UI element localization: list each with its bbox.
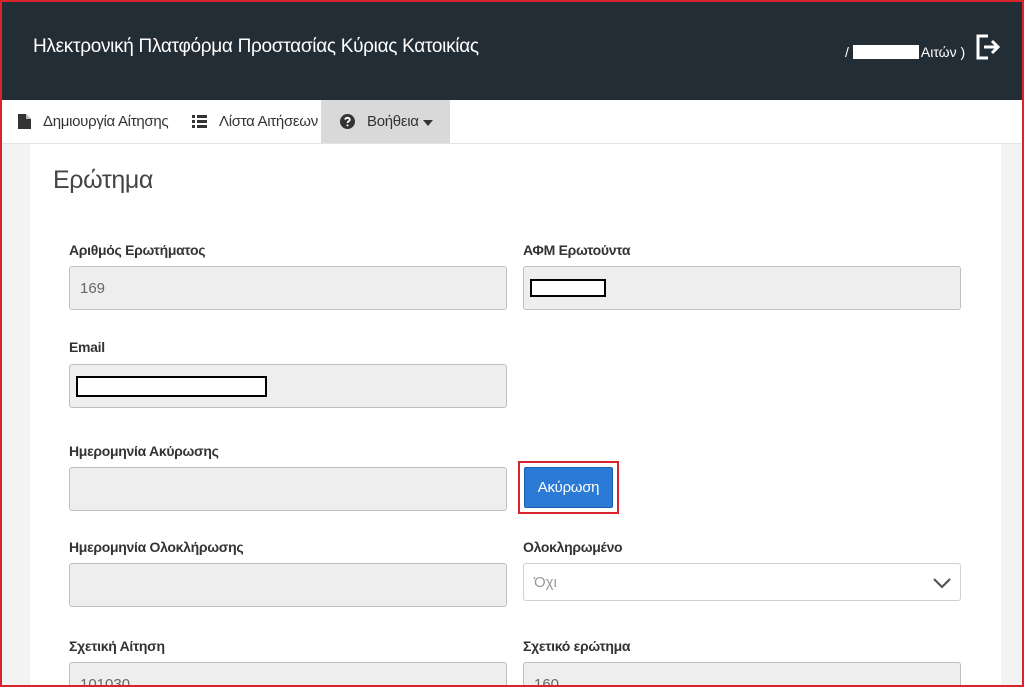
question-number-value: 169 [80, 279, 106, 297]
nav-create-application-label: Δημιουργία Αίτησης [43, 113, 169, 130]
email-label: Email [69, 339, 105, 355]
logout-icon[interactable] [974, 33, 1002, 61]
cancel-button-highlight: Ακύρωση [518, 461, 619, 514]
question-number-field[interactable]: 169 [69, 266, 507, 310]
related-question-field[interactable]: 160 [523, 662, 961, 687]
afm-label: ΑΦΜ Ερωτούντα [523, 242, 631, 258]
redacted-username [852, 45, 919, 59]
nav-application-list[interactable]: Λίστα Αιτήσεων [192, 100, 318, 143]
nav-help-dropdown[interactable]: Βοήθεια [321, 100, 450, 143]
related-application-label: Σχετική Αίτηση [69, 638, 165, 654]
completed-value: Όχι [534, 573, 557, 591]
cancel-button[interactable]: Ακύρωση [524, 467, 613, 508]
related-question-label: Σχετικό ερώτημα [523, 638, 631, 654]
related-question-value: 160 [534, 676, 560, 687]
app-header: Ηλεκτρονική Πλατφόρμα Προστασίας Κύριας … [0, 0, 1024, 100]
app-title: Ηλεκτρονική Πλατφόρμα Προστασίας Κύριας … [33, 36, 479, 57]
nav-help-label: Βοήθεια [367, 113, 419, 130]
question-number-label: Αριθμός Ερωτήματος [69, 242, 206, 258]
redacted-afm [530, 279, 606, 297]
completion-date-label: Ημερομηνία Ολοκλήρωσης [69, 539, 244, 555]
user-role: Αιτών ) [920, 44, 966, 60]
question-circle-icon [340, 114, 355, 129]
cancel-date-label: Ημερομηνία Ακύρωσης [69, 443, 219, 459]
redacted-email [76, 375, 267, 397]
completed-label: Ολοκληρωμένο [523, 539, 623, 555]
user-info: / Αιτών ) [845, 44, 965, 60]
related-application-field[interactable]: 101030 [69, 662, 507, 687]
completed-select[interactable]: Όχι [523, 563, 961, 601]
main-nav: Δημιουργία Αίτησης Λίστα Αιτήσεων Βοήθει… [0, 100, 1024, 144]
related-application-value: 101030 [80, 676, 131, 687]
cancel-date-field[interactable] [69, 467, 507, 511]
page-title: Ερώτημα [53, 166, 153, 194]
nav-application-list-label: Λίστα Αιτήσεων [219, 113, 318, 130]
user-prefix: / [845, 44, 849, 60]
email-field[interactable] [69, 364, 507, 408]
nav-create-application[interactable]: Δημιουργία Αίτησης [18, 100, 169, 143]
chevron-down-icon [933, 578, 951, 589]
completion-date-field[interactable] [69, 563, 507, 607]
afm-field[interactable] [523, 266, 961, 310]
file-icon [18, 114, 31, 129]
list-icon [192, 115, 207, 128]
caret-down-icon [422, 119, 433, 126]
